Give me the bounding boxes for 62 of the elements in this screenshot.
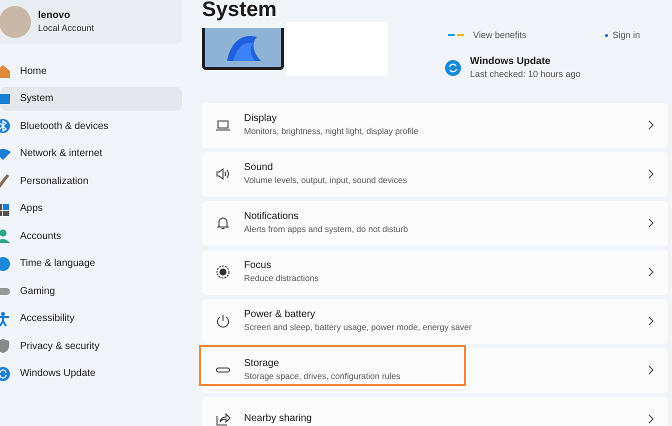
chevron-icon <box>648 267 654 277</box>
bullet-icon <box>605 34 608 38</box>
card-title: Sound <box>244 162 274 174</box>
account-name: lenovo <box>38 9 72 22</box>
card-subtitle: Screen and sleep, battery usage, power mode, energy saver <box>244 321 472 333</box>
sidebar-item[interactable]: Home <box>0 59 182 83</box>
accessibility-icon <box>0 310 11 326</box>
settings-card[interactable]: Power & battery Screen and sleep, battery usage, power mode, energy saver <box>202 298 668 344</box>
brush-icon <box>0 173 11 189</box>
settings-card[interactable]: Display Monitors, brightness, night light, display profile <box>202 102 668 148</box>
sidebar-item[interactable]: Bluetooth & devices <box>0 114 182 138</box>
bell-icon <box>215 215 231 231</box>
update-icon <box>0 366 11 382</box>
card-title: Display <box>244 113 278 125</box>
sidebar-item[interactable]: Privacy & security <box>0 334 182 358</box>
page-title: System <box>202 0 278 22</box>
chevron-icon <box>648 218 654 228</box>
bluetooth-icon <box>0 118 11 134</box>
settings-card[interactable]: Storage Storage space, drives, configuration rules <box>202 348 668 392</box>
card-title: Power & battery <box>244 309 316 321</box>
card-subtitle: Storage space, drives, configuration rules <box>244 370 400 382</box>
sign-in-link[interactable]: Sign in <box>612 29 640 42</box>
card-subtitle: Reduce distractions <box>244 272 319 284</box>
settings-card[interactable]: Sound Volume levels, output, input, sound devices <box>202 152 668 196</box>
view-benefits-link[interactable]: View benefits <box>473 29 526 42</box>
sidebar-item[interactable]: Personalization <box>0 169 182 193</box>
sidebar-item[interactable]: System <box>0 86 182 110</box>
card-title: Storage <box>244 358 280 370</box>
card-title: Notifications <box>244 211 300 223</box>
power-icon <box>215 313 231 329</box>
settings-card[interactable]: Nearby sharing <box>202 396 668 426</box>
sidebar-item[interactable]: Apps <box>0 196 182 220</box>
chevron-icon <box>648 365 654 375</box>
dashes-icon <box>448 34 464 38</box>
update-status: Last checked: 10 hours ago <box>470 68 581 80</box>
sidebar-item[interactable]: Network & internet <box>0 142 182 166</box>
card-title: Focus <box>244 260 272 272</box>
avatar <box>0 6 31 38</box>
sidebar-item[interactable]: Gaming <box>0 279 182 303</box>
home-icon <box>0 63 11 79</box>
update-title: Windows Update <box>470 54 552 68</box>
settings-card[interactable]: Focus Reduce distractions <box>202 250 668 294</box>
chevron-icon <box>648 316 654 326</box>
chevron-icon <box>648 414 654 424</box>
card-title: Nearby sharing <box>244 413 312 425</box>
shield-icon <box>0 338 11 354</box>
sidebar-item[interactable]: Accessibility <box>0 306 182 330</box>
card-subtitle: Alerts from apps and system, do not disturb <box>244 223 408 235</box>
sidebar-item[interactable]: Accounts <box>0 224 182 248</box>
focus-icon <box>215 264 231 280</box>
account-type: Local Account <box>38 22 94 35</box>
card-subtitle: Monitors, brightness, night light, display profile <box>244 125 418 137</box>
person-icon <box>0 228 11 244</box>
sidebar-item[interactable]: Time & language <box>0 252 182 276</box>
chevron-icon <box>648 169 654 179</box>
share-icon <box>215 411 231 426</box>
sidebar-item[interactable]: Windows Update <box>0 362 182 386</box>
update-icon <box>445 60 461 76</box>
settings-card[interactable]: Notifications Alerts from apps and system, do not disturb <box>202 200 668 246</box>
card-subtitle: Volume levels, output, input, sound devices <box>244 174 408 186</box>
speaker-icon <box>215 166 231 182</box>
chevron-icon <box>648 120 654 130</box>
